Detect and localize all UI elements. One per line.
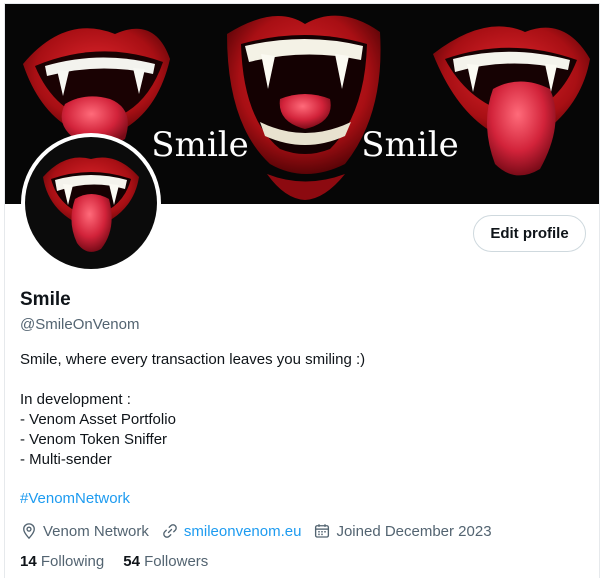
location-text: Venom Network xyxy=(43,522,149,540)
avatar-image xyxy=(25,137,157,269)
profile-website[interactable]: smileonvenom.eu xyxy=(161,522,302,540)
avatar[interactable] xyxy=(21,133,161,273)
profile-bio: Smile, where every transaction leaves yo… xyxy=(20,350,365,490)
joined-text: Joined December 2023 xyxy=(336,522,492,540)
following-count: 14 xyxy=(20,553,37,570)
calendar-icon xyxy=(315,524,330,538)
bio-hashtag-link[interactable]: #VenomNetwork xyxy=(20,490,130,507)
bio-line: Smile, where every transaction leaves yo… xyxy=(20,351,366,368)
bio-line xyxy=(20,370,365,390)
edit-profile-button[interactable]: Edit profile xyxy=(473,215,586,252)
profile-name: Smile xyxy=(20,289,71,310)
bio-line: - Venom Token Sniffer xyxy=(20,431,168,448)
profile-handle: @SmileOnVenom xyxy=(20,316,140,333)
link-icon xyxy=(163,524,177,538)
location-pin-icon xyxy=(23,523,35,540)
website-link[interactable]: smileonvenom.eu xyxy=(184,523,302,540)
left-mouth-illustration xyxy=(23,28,170,147)
banner-text-left: Smile xyxy=(151,125,248,165)
center-mouth-illustration xyxy=(227,15,381,200)
bio-line: In development : xyxy=(20,391,131,408)
following-label: Following xyxy=(40,553,105,570)
followers-count: 54 xyxy=(123,553,140,570)
bio-line: - Venom Asset Portfolio xyxy=(20,411,176,428)
profile-meta: Venom Network smileonvenom.eu Joined Dec… xyxy=(20,522,504,540)
bio-line xyxy=(20,470,365,490)
profile-location: Venom Network xyxy=(20,522,149,540)
profile-joined: Joined December 2023 xyxy=(313,522,492,540)
followers-link[interactable]: 54 Followers xyxy=(123,553,208,570)
profile-stats: 14 Following 54 Followers xyxy=(20,553,227,570)
bio-line: - Multi-sender xyxy=(20,451,112,468)
following-link[interactable]: 14 Following xyxy=(20,553,104,570)
followers-label: Followers xyxy=(144,553,209,570)
banner-text-right: Smile xyxy=(361,125,458,165)
